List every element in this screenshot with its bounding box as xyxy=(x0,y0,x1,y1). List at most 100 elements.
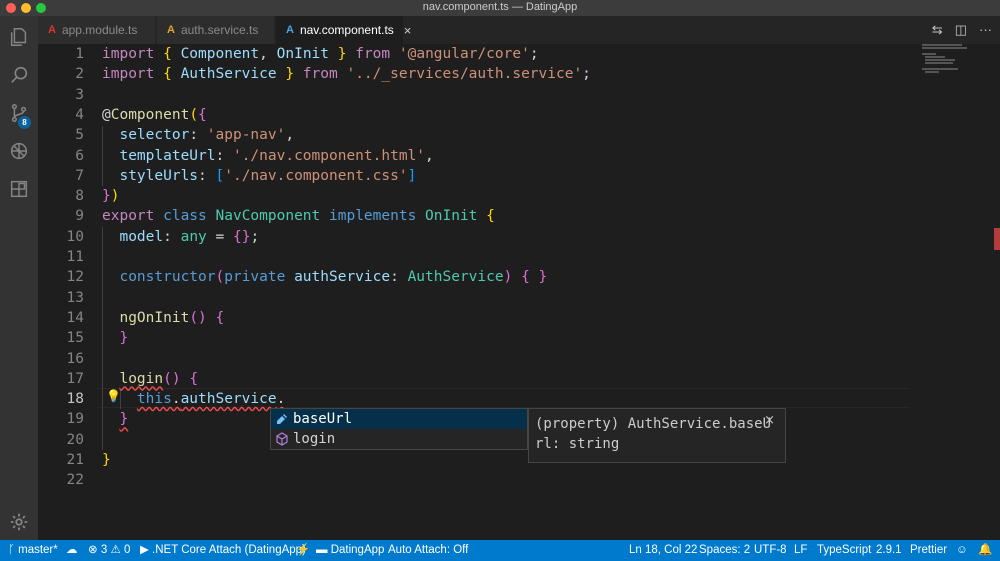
code-line[interactable]: styleUrls: ['./nav.component.css'] xyxy=(102,166,416,186)
code-token: } xyxy=(102,452,111,468)
line-number: 22 xyxy=(66,472,84,489)
sync-icon[interactable]: ☁ xyxy=(66,540,78,561)
bell-icon[interactable]: 🔔 xyxy=(978,540,992,561)
source-control-icon[interactable]: 8 xyxy=(0,94,38,132)
problems-indicator[interactable]: ⊗ 3 ⚠ 0 xyxy=(88,540,130,561)
code-token: , xyxy=(425,147,434,164)
code-line[interactable]: } xyxy=(102,450,111,470)
code-token: @ xyxy=(102,106,111,123)
line-number: 3 xyxy=(75,86,84,103)
extensions-icon[interactable] xyxy=(0,170,38,208)
code-line[interactable]: model: any = {}; xyxy=(102,227,259,247)
window-title: nav.component.ts — DatingApp xyxy=(422,1,578,13)
indentation[interactable]: Spaces: 2 xyxy=(699,540,750,561)
branch-indicator[interactable]: ᚴ master* xyxy=(8,540,58,561)
tab-nav-component[interactable]: A nav.component.ts × xyxy=(276,16,411,44)
code-token: } xyxy=(119,330,129,347)
code-token: NavComponent xyxy=(215,208,329,225)
more-actions-icon[interactable]: ··· xyxy=(979,22,992,38)
code-token: import xyxy=(102,46,164,62)
line-number: 9 xyxy=(75,208,84,225)
code-token: : xyxy=(163,228,181,245)
end-of-line[interactable]: LF xyxy=(794,540,807,561)
code-token: model xyxy=(119,228,164,245)
split-editor-icon[interactable]: ◫ xyxy=(955,22,967,38)
language-mode[interactable]: TypeScript xyxy=(817,540,871,561)
code-token: any xyxy=(180,228,207,245)
tab-bar: A app.module.ts A auth.service.ts A nav.… xyxy=(38,16,1000,44)
tab-auth-service[interactable]: A auth.service.ts xyxy=(157,16,275,44)
prettier-status[interactable]: Prettier xyxy=(910,540,947,561)
code-token: AuthService xyxy=(407,269,504,286)
code-token: : xyxy=(215,147,233,164)
debug-launch[interactable]: ▶ .NET Core Attach (DatingApp) xyxy=(140,540,306,561)
code-token: ] xyxy=(407,167,417,184)
minimap[interactable] xyxy=(922,44,982,84)
code-token: 'app-nav' xyxy=(206,127,286,144)
code-token: ; xyxy=(250,228,260,245)
lightbulb-icon[interactable]: 💡 xyxy=(106,389,121,403)
details-signature: (property) AuthService.baseU xyxy=(535,416,772,432)
activity-bar: 8 xyxy=(0,16,38,540)
code-line[interactable]: constructor(private authService: AuthSer… xyxy=(102,267,547,287)
code-token: ; xyxy=(529,46,539,62)
line-number: 16 xyxy=(66,350,84,367)
smiley-icon[interactable]: ☺ xyxy=(956,540,968,561)
code-token: authService xyxy=(180,391,277,408)
code-token: { xyxy=(486,208,495,225)
code-line[interactable]: export class NavComponent implements OnI… xyxy=(102,206,495,226)
suggest-widget[interactable]: baseUrl login xyxy=(270,408,528,450)
line-number: 11 xyxy=(66,249,84,265)
code-line[interactable]: login() { xyxy=(102,369,198,389)
code-line[interactable]: } xyxy=(102,328,128,348)
folder-indicator[interactable]: ▬ DatingApp xyxy=(316,540,384,561)
search-icon[interactable] xyxy=(0,56,38,94)
tab-label: app.module.ts xyxy=(61,23,138,37)
encoding[interactable]: UTF-8 xyxy=(754,540,787,561)
debug-icon[interactable] xyxy=(0,132,38,170)
code-line[interactable]: import { Component, OnInit } from '@angu… xyxy=(102,44,539,64)
suggestion-login[interactable]: login xyxy=(271,429,527,449)
code-line[interactable]: import { AuthService } from '../_service… xyxy=(102,64,591,84)
code-token: ; xyxy=(582,66,591,83)
live-share-icon[interactable]: ⚡ xyxy=(296,540,310,561)
code-token: Component xyxy=(110,106,190,123)
ts-version[interactable]: 2.9.1 xyxy=(876,540,902,561)
cursor-position[interactable]: Ln 18, Col 22 xyxy=(629,540,697,561)
code-line[interactable]: this.authService. xyxy=(102,389,285,409)
code-line[interactable]: templateUrl: './nav.component.html', xyxy=(102,146,434,166)
code-line[interactable]: } xyxy=(102,409,128,429)
code-token: implements xyxy=(329,208,426,225)
code-token: { xyxy=(163,66,181,83)
close-icon[interactable]: × xyxy=(764,413,775,428)
line-number: 10 xyxy=(66,228,84,245)
suggestion-baseurl[interactable]: baseUrl xyxy=(271,409,527,429)
auto-attach-toggle[interactable]: Auto Attach: Off xyxy=(388,540,468,561)
code-line[interactable]: @Component({ xyxy=(102,105,207,125)
code-line[interactable]: ngOnInit() { xyxy=(102,308,224,328)
scrollbar-error-marker xyxy=(994,228,1000,250)
tab-app-module[interactable]: A app.module.ts xyxy=(38,16,156,44)
code-line[interactable]: selector: 'app-nav', xyxy=(102,125,294,145)
code-token: styleUrls xyxy=(119,167,199,184)
code-editor[interactable]: 1 2 3 4 5 6 7 8 9 10 11 12 13 14 15 16 17 18 19 20 21 22 impo… xyxy=(38,44,1000,540)
open-changes-icon[interactable]: ⇆ xyxy=(932,22,943,38)
code-token: ) xyxy=(110,188,120,205)
suggest-details: (property) AuthService.baseU rl: string … xyxy=(528,408,786,463)
code-token: { xyxy=(198,106,207,123)
code-token: () xyxy=(189,309,207,326)
code-line[interactable]: }) xyxy=(102,186,119,206)
tab-close-icon[interactable]: × xyxy=(404,23,412,38)
line-number: 12 xyxy=(66,269,84,286)
property-icon xyxy=(277,414,287,424)
explorer-icon[interactable] xyxy=(0,18,38,56)
line-number: 15 xyxy=(66,330,84,347)
code-token: { } xyxy=(521,269,548,286)
line-number: 5 xyxy=(75,127,84,144)
code-token: {} xyxy=(233,228,251,245)
play-icon: ▶ xyxy=(140,544,153,556)
gear-icon[interactable] xyxy=(0,503,38,541)
code-token: . xyxy=(276,391,286,408)
source-control-badge: 8 xyxy=(18,116,31,129)
